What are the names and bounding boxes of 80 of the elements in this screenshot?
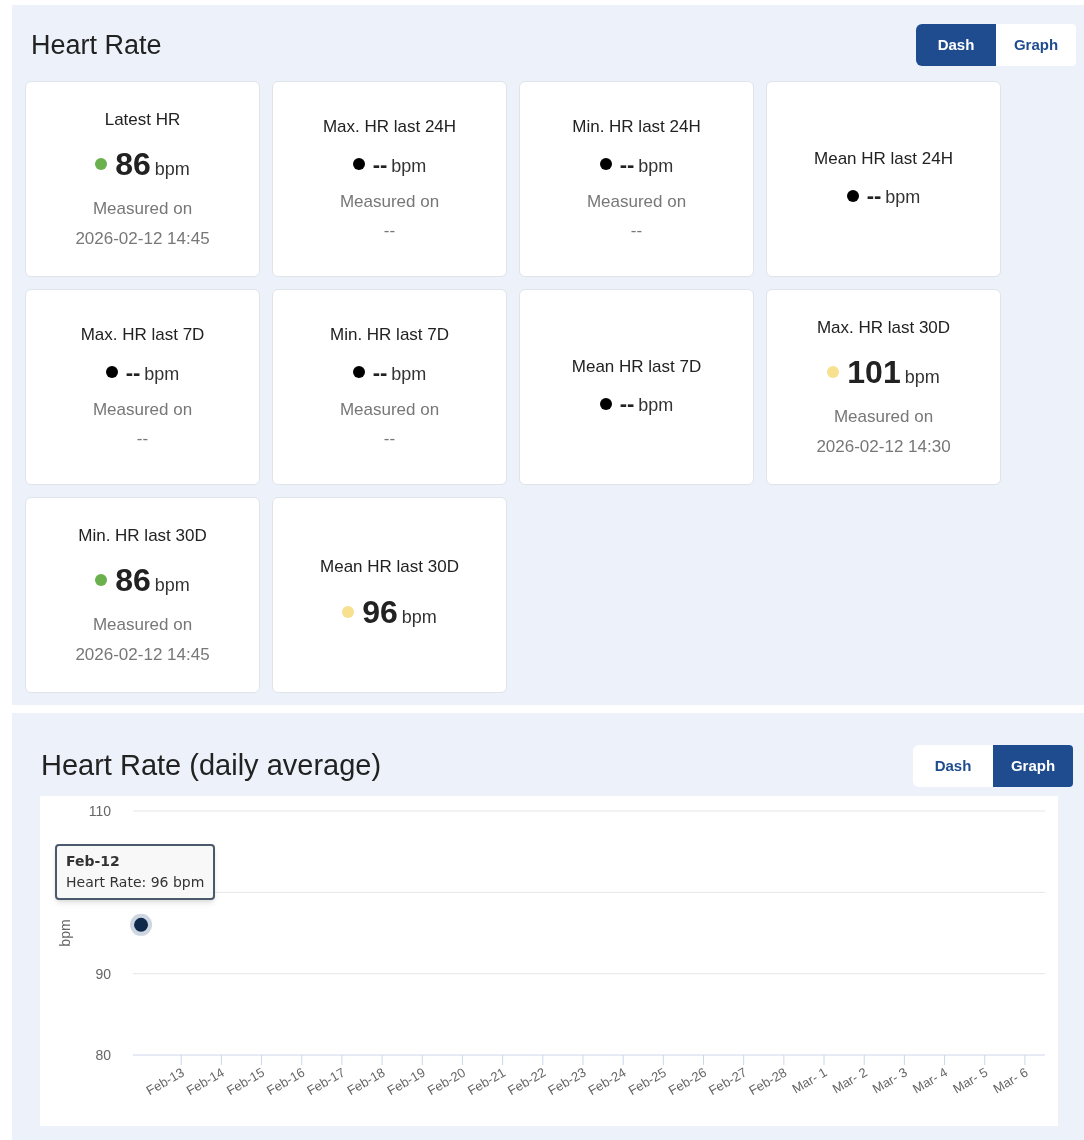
x-tick-label: Mar- 1 [789, 1064, 830, 1096]
card-title: Max. HR last 30D [816, 316, 951, 339]
heart-rate-value: -- [372, 150, 388, 179]
x-tick [743, 1054, 745, 1065]
measured-label: Measured on [92, 398, 193, 421]
section-title: Heart Rate (daily average) [41, 748, 382, 783]
card-title: Min. HR last 24H [572, 116, 701, 139]
unit-label: bpm [904, 366, 940, 390]
heart-rate-value: -- [372, 358, 388, 387]
x-tick [421, 1054, 423, 1065]
measured-date: 2026-02-12 14:30 [816, 435, 951, 458]
x-tick [220, 1054, 222, 1065]
measured-date: -- [136, 428, 149, 451]
x-tick [502, 1054, 504, 1065]
heart-rate-value: -- [619, 150, 635, 179]
x-tick-label: Mar- 3 [869, 1064, 910, 1096]
x-tick [783, 1054, 785, 1065]
measured-label: Measured on [339, 398, 440, 421]
y-axis-label: bpm [57, 918, 73, 947]
card-title: Mean HR last 7D [571, 355, 702, 378]
measured-label: Measured on [833, 406, 934, 429]
x-tick [662, 1054, 664, 1065]
card-title: Latest HR [104, 108, 181, 131]
x-tick [703, 1054, 704, 1065]
x-tick [944, 1054, 946, 1065]
card-title: Max. HR last 24H [322, 116, 457, 139]
y-tick-label: 80 [95, 1046, 111, 1063]
unit-label: bpm [885, 186, 921, 210]
unit-label: bpm [154, 158, 190, 182]
x-tick [542, 1054, 544, 1065]
card-title: Min. HR last 30D [78, 524, 207, 547]
unit-label: bpm [391, 362, 427, 386]
y-tick-label: 110 [88, 802, 111, 819]
measured-date: -- [630, 220, 643, 243]
x-tick [180, 1054, 182, 1065]
measured-date: 2026-02-12 14:45 [75, 227, 210, 250]
x-tick [984, 1054, 986, 1065]
unit-label: bpm [638, 394, 674, 418]
y-tick-label: 90 [95, 965, 111, 982]
heart-rate-value: -- [619, 390, 635, 419]
unit-label: bpm [401, 605, 437, 629]
heart-rate-value: 86 [115, 145, 151, 185]
x-tick [461, 1054, 463, 1065]
x-tick [301, 1054, 303, 1065]
unit-label: bpm [154, 574, 190, 598]
measured-date: -- [383, 220, 396, 243]
heart-rate-value: 101 [847, 353, 901, 393]
x-tick-label: Mar- 2 [829, 1064, 870, 1096]
measured-label: Measured on [92, 198, 193, 221]
card-title: Mean HR last 24H [814, 147, 953, 170]
card-title: Max. HR last 7D [80, 324, 205, 347]
toggle-tab[interactable]: Dash [913, 744, 993, 787]
data-point [130, 913, 153, 936]
toggle-tab[interactable]: Graph [996, 24, 1076, 66]
toggle-tab[interactable]: Dash [916, 24, 996, 66]
measured-label: Measured on [339, 190, 440, 213]
measured-date: -- [383, 428, 396, 451]
unit-label: bpm [144, 362, 180, 386]
x-tick-label: Mar- 4 [910, 1064, 951, 1096]
heart-rate-value: 86 [115, 561, 151, 601]
tooltip-text: Heart Rate: 96 bpm [66, 872, 205, 892]
heart-rate-value: -- [125, 358, 141, 387]
heart-rate-value: -- [866, 182, 882, 211]
unit-label: bpm [638, 154, 674, 178]
toggle-tab[interactable]: Graph [993, 744, 1073, 787]
card-title: Min. HR last 7D [330, 324, 449, 347]
heart-rate-value: 96 [362, 592, 398, 632]
measured-label: Measured on [92, 614, 193, 637]
x-tick [261, 1054, 263, 1065]
measured-label: Measured on [586, 190, 687, 213]
x-tick [863, 1054, 865, 1065]
x-tick [622, 1054, 624, 1065]
x-tick [903, 1054, 905, 1065]
section-title: Heart Rate [31, 28, 162, 62]
unit-label: bpm [391, 154, 427, 178]
measured-date: 2026-02-12 14:45 [75, 643, 210, 666]
tooltip-title: Feb-12 [66, 851, 121, 871]
card-title: Mean HR last 30D [320, 556, 459, 579]
x-tick-label: Mar- 6 [990, 1064, 1031, 1096]
x-tick-label: Mar- 5 [950, 1064, 991, 1096]
